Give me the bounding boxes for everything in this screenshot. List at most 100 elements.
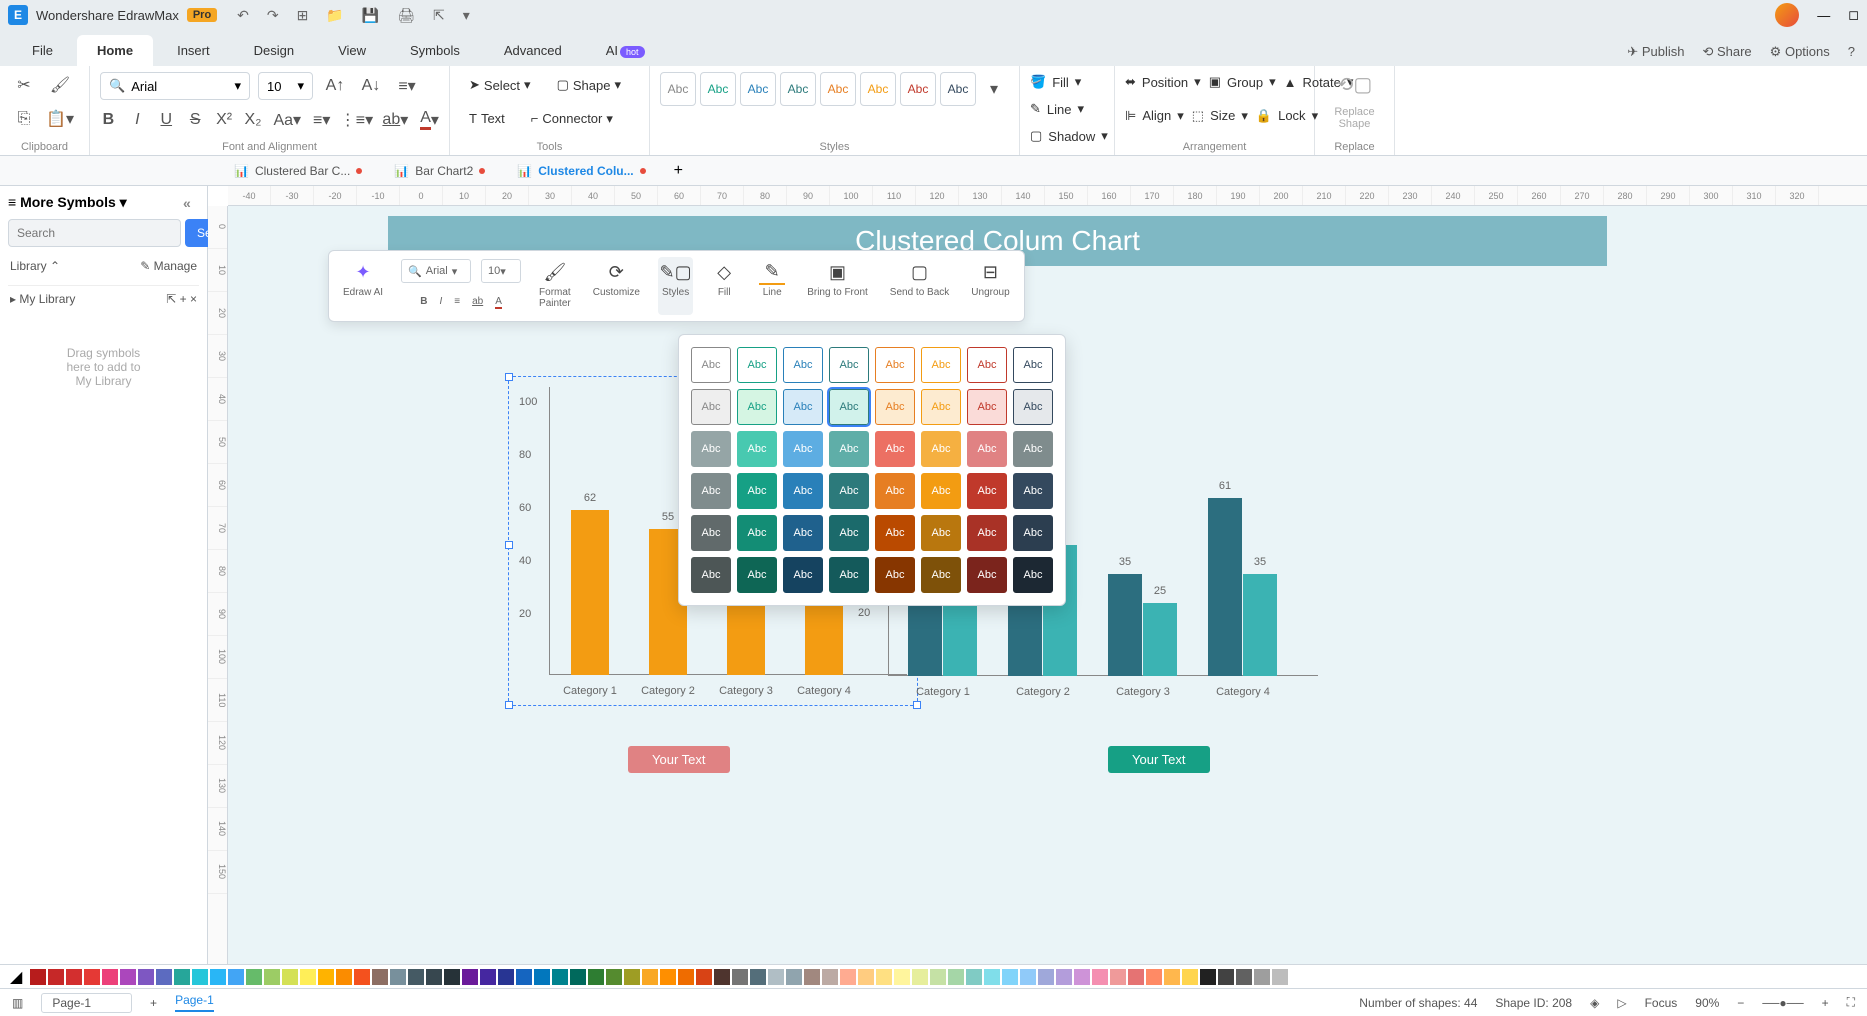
library-dropzone[interactable]: Drag symbols here to add to My Library — [8, 326, 199, 408]
print-icon[interactable]: 🖨 — [397, 7, 415, 24]
color-swatch[interactable] — [570, 969, 586, 985]
float-styles-button[interactable]: ✎▢Styles — [658, 257, 693, 315]
fill-dropdown[interactable]: 🪣 Fill ▾ — [1030, 72, 1104, 92]
color-swatch[interactable] — [1254, 969, 1270, 985]
color-swatch[interactable] — [1164, 969, 1180, 985]
style-preset-cell[interactable]: Abc — [691, 557, 731, 593]
style-preset-cell[interactable]: Abc — [967, 389, 1007, 425]
style-preset-cell[interactable]: Abc — [829, 515, 869, 551]
style-preset-cell[interactable]: Abc — [829, 473, 869, 509]
highlight-icon[interactable]: ab▾ — [382, 107, 408, 133]
color-swatch[interactable] — [372, 969, 388, 985]
style-preset-cell[interactable]: Abc — [691, 389, 731, 425]
color-swatch[interactable] — [804, 969, 820, 985]
color-swatch[interactable] — [858, 969, 874, 985]
color-swatch[interactable] — [462, 969, 478, 985]
color-swatch[interactable] — [390, 969, 406, 985]
color-swatch[interactable] — [1056, 969, 1072, 985]
style-preset-cell[interactable]: Abc — [783, 347, 823, 383]
color-swatch[interactable] — [120, 969, 136, 985]
color-swatch[interactable] — [354, 969, 370, 985]
color-swatch[interactable] — [1218, 969, 1234, 985]
library-collapse[interactable]: Library ⌃ — [10, 259, 60, 273]
style-preset-cell[interactable]: Abc — [921, 557, 961, 593]
tab-file[interactable]: File — [12, 35, 73, 66]
color-swatch[interactable] — [912, 969, 928, 985]
style-preset[interactable]: Abc — [660, 72, 696, 106]
color-swatch[interactable] — [1110, 969, 1126, 985]
presentation-icon[interactable]: ▷ — [1617, 996, 1626, 1010]
style-preset-cell[interactable]: Abc — [921, 431, 961, 467]
style-preset-cell[interactable]: Abc — [783, 557, 823, 593]
shape-button[interactable]: ▢ Shape ▾ — [548, 72, 630, 98]
underline-icon[interactable]: U — [158, 107, 175, 133]
cut-icon[interactable]: ✂ — [10, 72, 38, 98]
style-preset-cell[interactable]: Abc — [691, 347, 731, 383]
color-swatch[interactable] — [1236, 969, 1252, 985]
tab-advanced[interactable]: Advanced — [484, 35, 582, 66]
save-icon[interactable]: 💾 — [362, 7, 379, 24]
style-preset-cell[interactable]: Abc — [921, 515, 961, 551]
style-preset-cell[interactable]: Abc — [921, 347, 961, 383]
color-swatch[interactable] — [138, 969, 154, 985]
style-preset[interactable]: Abc — [900, 72, 936, 106]
color-swatch[interactable] — [192, 969, 208, 985]
style-preset[interactable]: Abc — [780, 72, 816, 106]
color-swatch[interactable] — [588, 969, 604, 985]
style-preset-cell[interactable]: Abc — [783, 473, 823, 509]
style-preset-cell[interactable]: Abc — [921, 389, 961, 425]
send-back-button[interactable]: ▢Send to Back — [886, 257, 953, 315]
color-swatch[interactable] — [984, 969, 1000, 985]
style-preset-cell[interactable]: Abc — [783, 515, 823, 551]
font-color-icon[interactable]: A▾ — [420, 107, 439, 133]
style-preset-cell[interactable]: Abc — [783, 389, 823, 425]
style-preset-cell[interactable]: Abc — [1013, 347, 1053, 383]
style-preset-cell[interactable]: Abc — [967, 515, 1007, 551]
style-preset-cell[interactable]: Abc — [875, 431, 915, 467]
style-preset-cell[interactable]: Abc — [967, 431, 1007, 467]
eyedropper-icon[interactable]: ◢ — [10, 967, 22, 987]
style-preset-cell[interactable]: Abc — [691, 515, 731, 551]
color-swatch[interactable] — [444, 969, 460, 985]
align-dropdown[interactable]: ⊫ Align ▾ — [1125, 106, 1184, 126]
replace-shape-icon[interactable]: ⟲▢ — [1325, 72, 1384, 97]
lib-add-icon[interactable]: + — [180, 292, 187, 306]
symbol-search-input[interactable] — [8, 219, 181, 247]
help-icon[interactable]: ? — [1848, 44, 1855, 60]
zoom-slider[interactable]: ──●── — [1762, 996, 1803, 1010]
align-para-icon[interactable]: ≡▾ — [393, 73, 421, 99]
color-swatch[interactable] — [1092, 969, 1108, 985]
color-swatch[interactable] — [1002, 969, 1018, 985]
customize-button[interactable]: ⟳Customize — [589, 257, 644, 315]
color-swatch[interactable] — [660, 969, 676, 985]
tab-view[interactable]: View — [318, 35, 386, 66]
font-size-select[interactable]: 10▾ — [258, 72, 313, 100]
maximize-icon[interactable]: ◻ — [1848, 7, 1859, 23]
doc-tab-active[interactable]: 📊 Clustered Colu... — [503, 159, 659, 183]
color-swatch[interactable] — [552, 969, 568, 985]
style-preset[interactable]: Abc — [820, 72, 856, 106]
your-text-button-1[interactable]: Your Text — [628, 746, 730, 773]
float-size-select[interactable]: 10 ▾ — [481, 259, 521, 283]
focus-button[interactable]: Focus — [1645, 996, 1678, 1010]
new-icon[interactable]: ⊞ — [297, 7, 309, 24]
style-preset-cell[interactable]: Abc — [737, 431, 777, 467]
page-layout-icon[interactable]: ▥ — [12, 996, 23, 1010]
color-swatch[interactable] — [930, 969, 946, 985]
canvas[interactable]: Clustered Colum Chart ✦Edraw AI 🔍 Arial … — [228, 206, 1867, 964]
color-swatch[interactable] — [822, 969, 838, 985]
color-swatch[interactable] — [1200, 969, 1216, 985]
copy-icon[interactable]: ⎘ — [10, 106, 38, 132]
color-swatch[interactable] — [732, 969, 748, 985]
user-avatar[interactable] — [1775, 3, 1799, 27]
color-swatch[interactable] — [516, 969, 532, 985]
color-swatch[interactable] — [714, 969, 730, 985]
bold-icon[interactable]: B — [100, 107, 117, 133]
style-preset-cell[interactable]: Abc — [737, 347, 777, 383]
float-bold-icon[interactable]: B — [420, 296, 427, 307]
color-swatch[interactable] — [210, 969, 226, 985]
more-icon[interactable]: ▾ — [463, 7, 470, 24]
text-button[interactable]: T Text — [460, 106, 514, 131]
tab-design[interactable]: Design — [234, 35, 314, 66]
more-symbols-button[interactable]: ≡ More Symbols ▾ — [8, 194, 127, 211]
